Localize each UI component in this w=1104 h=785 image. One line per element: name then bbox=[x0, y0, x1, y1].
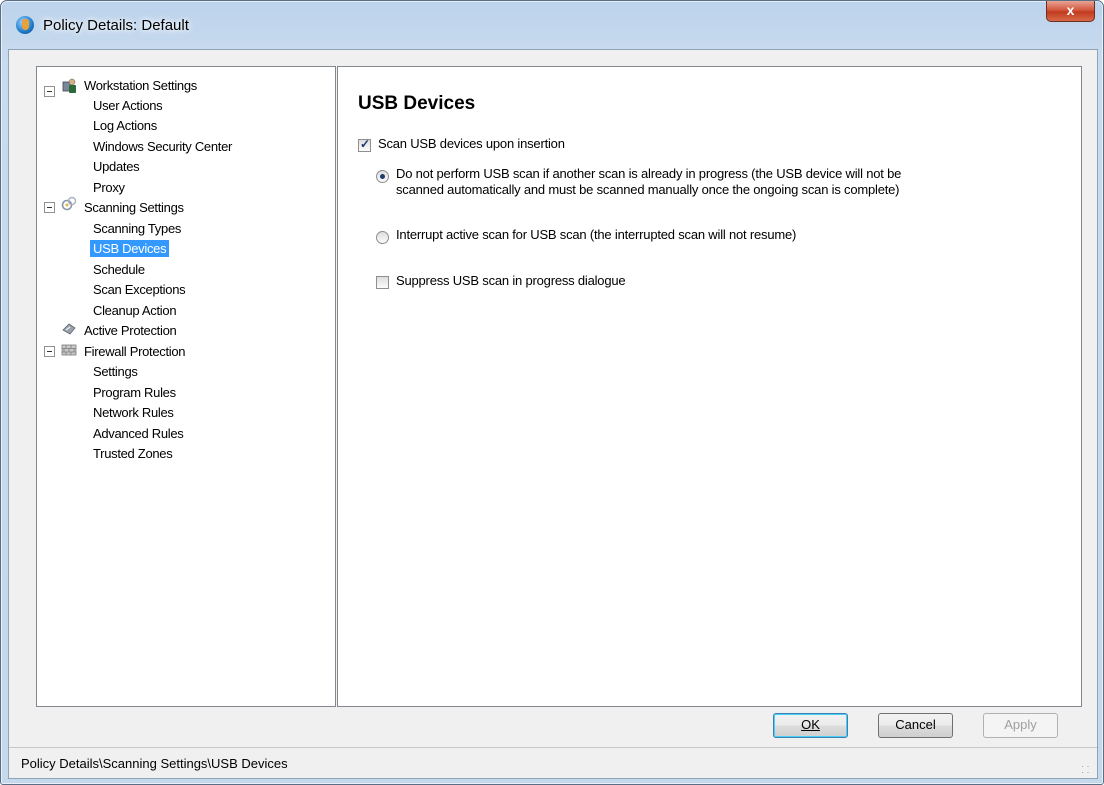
active-protection-icon bbox=[62, 323, 76, 335]
cancel-button[interactable]: Cancel bbox=[878, 713, 953, 738]
radio-do-not-perform-label-line1: Do not perform USB scan if another scan … bbox=[396, 166, 902, 181]
tree-item-updates[interactable]: Updates bbox=[90, 157, 142, 176]
tree-item-settings[interactable]: Settings bbox=[90, 362, 141, 381]
radio-interrupt-active-scan-label: Interrupt active scan for USB scan (the … bbox=[396, 227, 797, 242]
status-bar: Policy Details\Scanning Settings\USB Dev… bbox=[9, 747, 1097, 783]
tree-item-program-rules[interactable]: Program Rules bbox=[90, 383, 179, 402]
status-path: Policy Details\Scanning Settings\USB Dev… bbox=[21, 756, 288, 771]
tree-group-active-protection[interactable]: Active Protection bbox=[81, 321, 179, 340]
ok-button[interactable]: OK bbox=[773, 713, 848, 738]
dialog-client-area: Workstation Settings User Actions Log Ac… bbox=[8, 49, 1098, 783]
radio-do-not-perform-label-line2: scanned automatically and must be scanne… bbox=[396, 182, 900, 197]
ok-button-label: OK bbox=[801, 717, 820, 732]
window-title: Policy Details: Default bbox=[43, 17, 189, 34]
tree-item-scan-exceptions[interactable]: Scan Exceptions bbox=[90, 280, 188, 299]
tree-item-trusted-zones[interactable]: Trusted Zones bbox=[90, 444, 175, 463]
settings-tree[interactable]: Workstation Settings User Actions Log Ac… bbox=[36, 66, 336, 707]
firewall-icon bbox=[61, 344, 77, 356]
tree-group-scanning-settings[interactable]: Scanning Settings bbox=[81, 198, 187, 217]
page-title: USB Devices bbox=[358, 93, 476, 114]
policy-details-window: Policy Details: Default x Workstation Se… bbox=[0, 0, 1104, 785]
app-globe-icon bbox=[16, 16, 34, 34]
tree-item-advanced-rules[interactable]: Advanced Rules bbox=[90, 424, 186, 443]
suppress-dialogue-checkbox[interactable] bbox=[376, 276, 389, 289]
scan-usb-checkbox[interactable] bbox=[358, 137, 371, 152]
tree-item-log-actions[interactable]: Log Actions bbox=[90, 116, 160, 135]
title-bar[interactable]: Policy Details: Default x bbox=[1, 1, 1103, 49]
scan-usb-checkbox-label: Scan USB devices upon insertion bbox=[378, 136, 565, 151]
tree-item-scanning-types[interactable]: Scanning Types bbox=[90, 219, 184, 238]
close-button[interactable]: x bbox=[1046, 1, 1095, 22]
tree-item-proxy[interactable]: Proxy bbox=[90, 178, 128, 197]
tree-group-firewall-protection[interactable]: Firewall Protection bbox=[81, 342, 188, 361]
apply-button[interactable]: Apply bbox=[983, 713, 1058, 738]
radio-do-not-perform-usb-scan[interactable] bbox=[376, 170, 389, 183]
collapse-scanning-settings-toggle[interactable] bbox=[44, 202, 55, 213]
tree-item-cleanup-action[interactable]: Cleanup Action bbox=[90, 301, 179, 320]
tree-item-windows-security-center[interactable]: Windows Security Center bbox=[90, 137, 235, 156]
collapse-workstation-settings-toggle[interactable] bbox=[44, 86, 55, 97]
tree-item-network-rules[interactable]: Network Rules bbox=[90, 403, 177, 422]
tree-item-user-actions[interactable]: User Actions bbox=[90, 96, 165, 115]
suppress-dialogue-checkbox-label: Suppress USB scan in progress dialogue bbox=[396, 273, 626, 288]
collapse-firewall-protection-toggle[interactable] bbox=[44, 346, 55, 357]
settings-content-panel: USB Devices Scan USB devices upon insert… bbox=[337, 66, 1082, 707]
radio-interrupt-active-scan[interactable] bbox=[376, 231, 389, 244]
tree-item-usb-devices[interactable]: USB Devices bbox=[90, 239, 170, 258]
apply-button-label: Apply bbox=[1004, 717, 1037, 732]
resize-grip-icon[interactable]: · · · · · bbox=[1081, 762, 1093, 783]
cancel-button-label: Cancel bbox=[895, 717, 936, 732]
workstation-icon bbox=[62, 78, 76, 93]
tree-item-schedule[interactable]: Schedule bbox=[90, 260, 148, 279]
scanning-icon bbox=[61, 196, 77, 211]
tree-group-workstation-settings[interactable]: Workstation Settings bbox=[81, 76, 200, 95]
